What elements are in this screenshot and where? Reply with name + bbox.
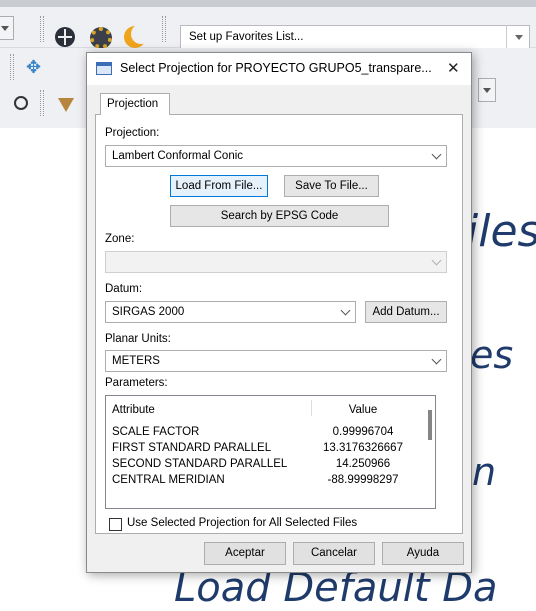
filter-icon[interactable]: [58, 98, 74, 112]
table-cell-attribute: FIRST STANDARD PARALLEL: [112, 442, 272, 454]
table-cell-attribute: CENTRAL MERIDIAN: [112, 474, 225, 486]
parameters-label: Parameters:: [105, 377, 168, 389]
zone-label: Zone:: [105, 233, 135, 245]
table-row[interactable]: FIRST STANDARD PARALLEL 13.3176326667: [106, 442, 435, 456]
favorites-value: Set up Favorites List...: [189, 31, 304, 43]
tab-projection[interactable]: Projection: [100, 93, 170, 115]
dialog-title-bar[interactable]: Select Projection for PROYECTO GRUPO5_tr…: [87, 53, 471, 85]
chevron-down-icon: [431, 149, 442, 160]
table-header: Attribute Value: [106, 404, 435, 418]
table-cell-value: 13.3176326667: [323, 442, 403, 454]
toolbar-separator: [40, 90, 44, 116]
main-toolbar: Set up Favorites List...: [0, 7, 536, 51]
save-to-file-button[interactable]: Save To File...: [284, 175, 379, 197]
datum-label: Datum:: [105, 283, 143, 295]
table-cell-attribute: SCALE FACTOR: [112, 426, 200, 438]
use-selected-checkbox[interactable]: [109, 518, 122, 531]
zoom-icon[interactable]: [14, 96, 28, 110]
toolbar-separator: [162, 16, 166, 42]
select-projection-dialog: Select Projection for PROYECTO GRUPO5_tr…: [86, 52, 472, 573]
projection-label: Projection:: [105, 127, 160, 139]
vertical-scrollbar[interactable]: [428, 410, 432, 440]
datum-select[interactable]: SIRGAS 2000: [105, 301, 356, 323]
table-cell-attribute: SECOND STANDARD PARALLEL: [112, 458, 288, 470]
background-text: iles: [466, 206, 536, 257]
table-cell-value: 0.99996704: [332, 426, 394, 438]
accept-button[interactable]: Aceptar: [204, 542, 286, 565]
table-cell-value: -88.99998297: [327, 474, 399, 486]
dialog-title: Select Projection for PROYECTO GRUPO5_tr…: [120, 61, 432, 75]
globe-icon[interactable]: [55, 27, 75, 47]
background-text: n: [472, 450, 497, 494]
use-selected-label[interactable]: Use Selected Projection for All Selected…: [127, 517, 357, 529]
toolbar-dropdown-button[interactable]: [0, 16, 14, 40]
column-header-value[interactable]: Value: [314, 404, 412, 416]
tab-container: Projection Projection: Lambert Conformal…: [95, 93, 463, 534]
add-datum-button[interactable]: Add Datum...: [365, 301, 447, 323]
projection-select[interactable]: Lambert Conformal Conic: [105, 145, 447, 167]
planar-units-select[interactable]: METERS: [105, 350, 447, 372]
toolbar-dropdown-button[interactable]: [478, 78, 496, 102]
close-icon[interactable]: ✕: [447, 59, 460, 77]
pan-icon[interactable]: ✥: [26, 57, 41, 78]
zone-select: [105, 251, 447, 273]
table-row[interactable]: CENTRAL MERIDIAN -88.99998297: [106, 474, 435, 488]
parameters-table[interactable]: Attribute Value SCALE FACTOR 0.99996704 …: [105, 395, 436, 509]
chevron-down-icon: [431, 255, 442, 266]
toolbar-separator: [10, 54, 14, 80]
cancel-button[interactable]: Cancelar: [293, 542, 375, 565]
table-row[interactable]: SCALE FACTOR 0.99996704: [106, 426, 435, 440]
toolbar-separator: [40, 16, 44, 42]
planar-units-value: METERS: [112, 355, 160, 367]
datum-value: SIRGAS 2000: [112, 306, 185, 318]
table-row[interactable]: SECOND STANDARD PARALLEL 14.250966: [106, 458, 435, 472]
column-divider: [311, 400, 312, 416]
projection-panel: Projection: Lambert Conformal Conic Load…: [95, 114, 463, 534]
window-top-strip: [0, 0, 536, 7]
table-cell-value: 14.250966: [335, 458, 391, 470]
search-epsg-button[interactable]: Search by EPSG Code: [170, 205, 389, 227]
moon-icon[interactable]: [124, 24, 151, 48]
gear-icon[interactable]: [90, 27, 112, 49]
planar-units-label: Planar Units:: [105, 333, 171, 345]
chevron-down-icon: [340, 305, 351, 316]
window-icon: [96, 62, 112, 75]
column-header-attribute[interactable]: Attribute: [112, 404, 155, 416]
load-from-file-button[interactable]: Load From File...: [170, 175, 268, 197]
projection-value: Lambert Conformal Conic: [112, 150, 244, 162]
chevron-down-icon: [431, 354, 442, 365]
help-button[interactable]: Ayuda: [382, 542, 464, 565]
background-text: es: [470, 333, 514, 377]
